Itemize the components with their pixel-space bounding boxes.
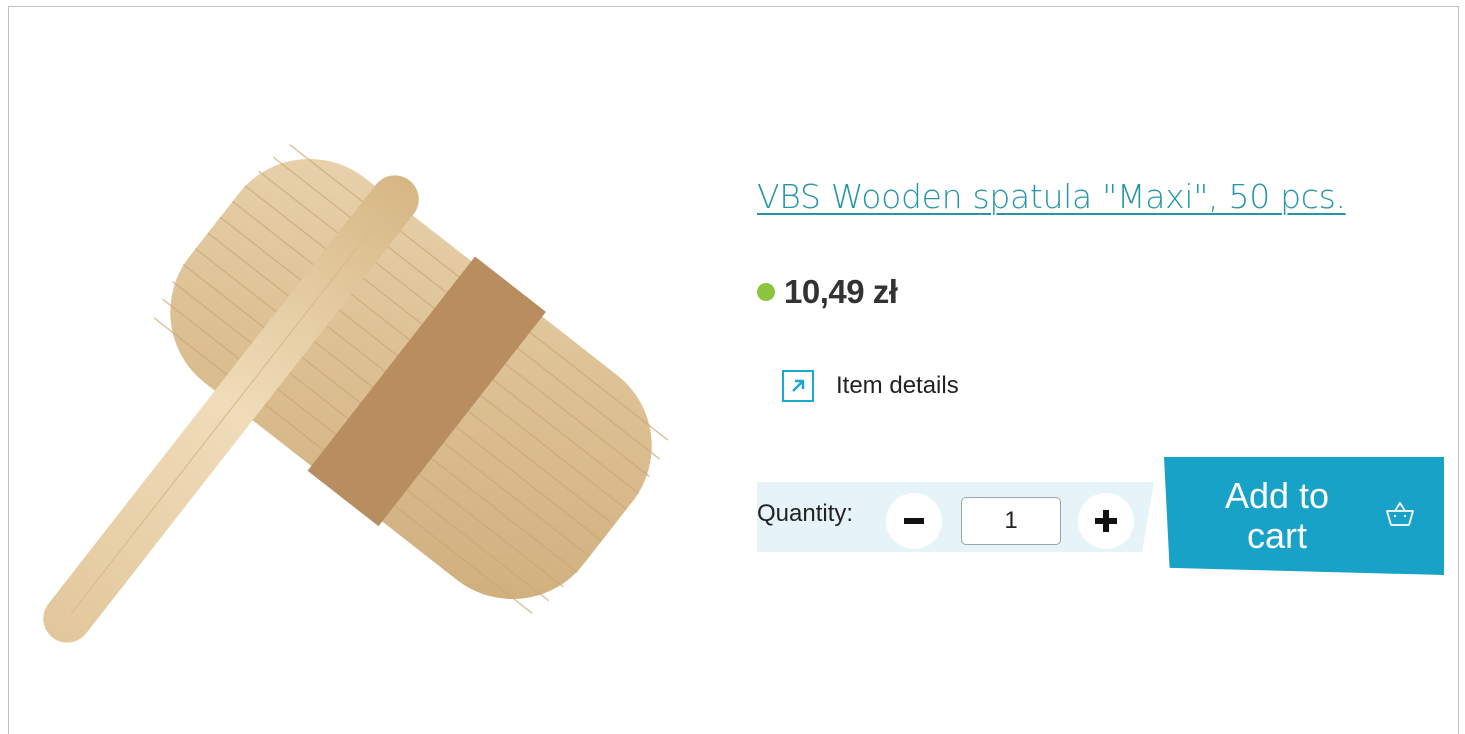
add-to-cart-label: Add to cart [1224, 475, 1330, 556]
product-title-link[interactable]: VBS Wooden spatula "Maxi", 50 pcs. [757, 177, 1346, 216]
product-price: 10,49 zł [784, 273, 898, 310]
stock-indicator-icon [757, 283, 775, 301]
quantity-decrease-button[interactable] [886, 493, 942, 549]
quantity-area: Quantity: [757, 482, 1154, 552]
quantity-input[interactable] [961, 497, 1061, 545]
product-image[interactable] [31, 99, 731, 659]
plus-icon [1095, 510, 1117, 532]
product-card: VBS Wooden spatula "Maxi", 50 pcs. 10,49… [8, 6, 1459, 734]
product-info: VBS Wooden spatula "Maxi", 50 pcs. 10,49… [757, 177, 1447, 575]
minus-icon [904, 518, 924, 524]
add-to-cart-button[interactable]: Add to cart [1164, 457, 1444, 575]
basket-icon [1384, 500, 1416, 533]
quantity-label: Quantity: [757, 500, 854, 527]
external-arrow-icon [782, 370, 814, 402]
item-details-link[interactable]: Item details [782, 370, 959, 402]
item-details-label: Item details [836, 372, 959, 399]
price-row: 10,49 zł [757, 273, 898, 311]
quantity-increase-button[interactable] [1078, 493, 1134, 549]
